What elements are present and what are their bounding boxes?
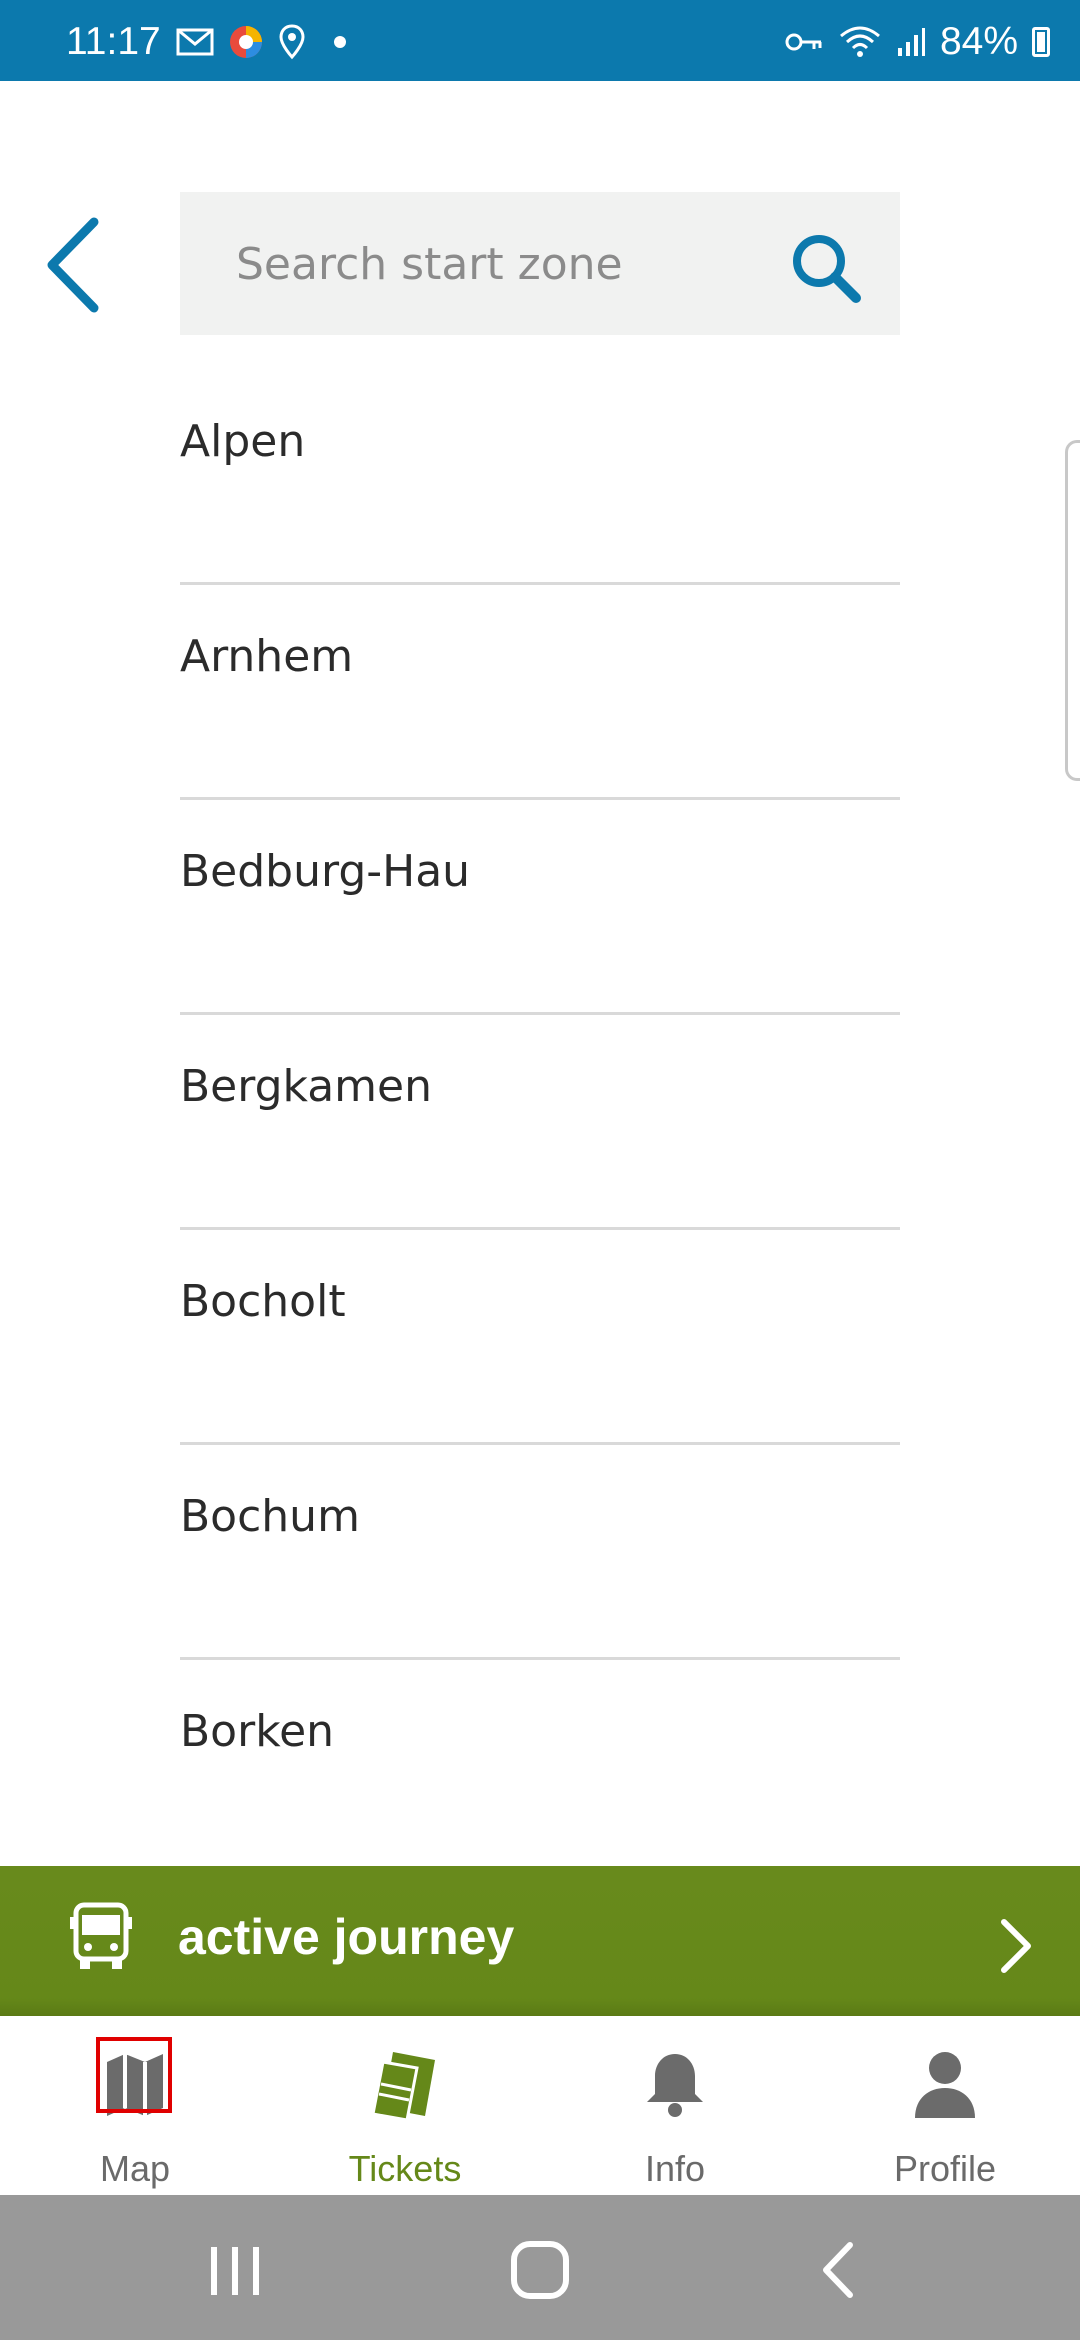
person-icon <box>915 2052 975 2118</box>
list-item[interactable]: Bedburg-Hau <box>180 800 900 1015</box>
list-item[interactable]: Borken <box>180 1660 900 1875</box>
chevron-right-icon <box>1001 1919 1031 1973</box>
location-icon <box>279 24 305 60</box>
status-left-icons <box>176 24 350 60</box>
zone-label: Arnhem <box>180 631 354 682</box>
back-button[interactable] <box>34 210 114 320</box>
search-input[interactable] <box>234 230 778 298</box>
bus-icon <box>70 1902 132 1969</box>
tickets-icon <box>371 2052 435 2122</box>
nav-label-profile: Profile <box>893 2148 997 2189</box>
vpn-key-icon <box>785 33 822 51</box>
zone-label: Bochum <box>180 1491 360 1542</box>
zone-label: Bocholt <box>180 1276 346 1327</box>
chevron-left-icon <box>47 217 99 313</box>
dot-icon <box>334 36 346 48</box>
status-bar: 11:17 84% <box>0 0 1080 81</box>
battery-icon <box>1032 27 1050 57</box>
list-item[interactable]: Alpen <box>180 370 900 585</box>
zone-label: Alpen <box>180 416 306 467</box>
zone-label: Bergkamen <box>180 1061 432 1112</box>
nav-label-info: Info <box>644 2148 706 2189</box>
app-icon <box>230 26 262 58</box>
nav-item-info[interactable]: Info <box>540 2016 810 2195</box>
zone-list: Alpen Arnhem Bedburg-Hau Bergkamen Bocho… <box>180 370 900 1875</box>
search-box[interactable] <box>180 192 900 335</box>
bottom-nav: Map Tickets Info Profile <box>0 2016 1080 2195</box>
recent-apps-button[interactable] <box>195 2235 275 2305</box>
bell-icon <box>647 2054 703 2117</box>
nav-item-map[interactable]: Map <box>0 2016 270 2195</box>
wifi-icon <box>839 26 880 57</box>
status-time: 11:17 <box>66 20 161 63</box>
zone-label: Borken <box>180 1706 335 1757</box>
status-right: 84% <box>784 20 1050 64</box>
list-item[interactable]: Bergkamen <box>180 1015 900 1230</box>
active-journey-label: active journey <box>178 1909 515 1965</box>
search-icon[interactable] <box>786 228 866 308</box>
battery-percent: 84% <box>939 20 1018 63</box>
active-journey-bar[interactable]: active journey <box>0 1866 1080 2016</box>
nav-item-profile[interactable]: Profile <box>810 2016 1080 2195</box>
system-back-button[interactable] <box>800 2235 880 2305</box>
nav-label-tickets: Tickets <box>348 2148 462 2189</box>
scrollbar-handle[interactable] <box>1065 440 1080 781</box>
mail-icon <box>176 28 214 56</box>
focus-highlight <box>96 2037 172 2113</box>
signal-icon <box>897 28 925 56</box>
list-item[interactable]: Bocholt <box>180 1230 900 1445</box>
nav-label-map: Map <box>99 2148 171 2189</box>
android-nav-bar <box>0 2195 1080 2340</box>
list-item[interactable]: Arnhem <box>180 585 900 800</box>
list-item[interactable]: Bochum <box>180 1445 900 1660</box>
nav-item-tickets[interactable]: Tickets <box>270 2016 540 2195</box>
zone-label: Bedburg-Hau <box>180 846 471 897</box>
home-button[interactable] <box>500 2235 580 2305</box>
